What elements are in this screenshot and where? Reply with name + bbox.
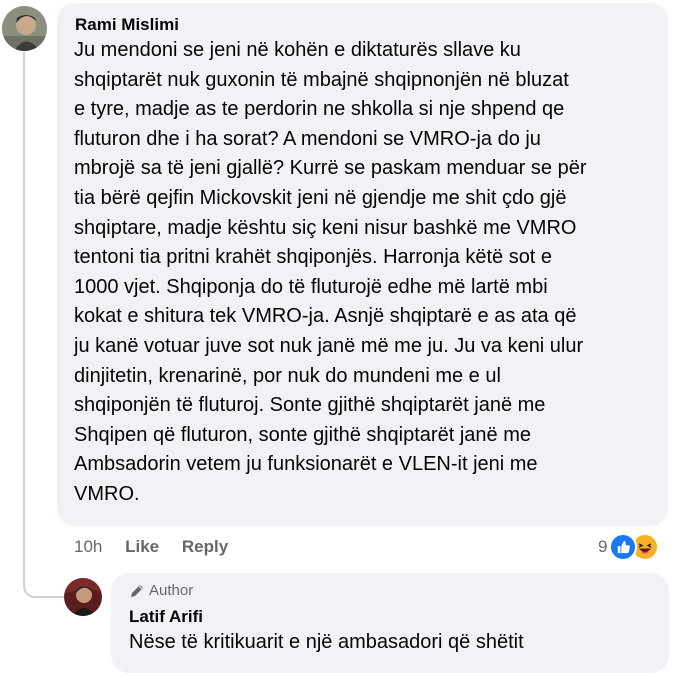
reply-thread-line (23, 52, 65, 598)
pen-icon (131, 584, 143, 597)
like-icon (609, 533, 638, 561)
reply-author-avatar[interactable] (64, 578, 102, 616)
comment-text-line: kokat e shitura tek VMRO-ja. Asnjë shqip… (74, 305, 577, 328)
author-badge: Author (129, 582, 193, 599)
comment-text-line: tia bërë qejfin Mickovskit jeni në gjend… (74, 186, 567, 209)
reply-button[interactable]: Reply (182, 537, 228, 557)
comment-text-line: VMRO. (74, 482, 140, 505)
comment-author-name[interactable]: Rami Mislimi (75, 15, 179, 35)
reply-text-line: Nëse të kritikuarit e një ambasadori që … (129, 631, 524, 653)
commenter-avatar[interactable] (2, 6, 47, 51)
comment-text-line: fluturon dhe i ha sorat? A mendoni se VM… (74, 127, 541, 150)
profile-photo-icon (2, 6, 47, 51)
comment-timestamp[interactable]: 10h (74, 537, 102, 557)
comment-text-line: 1000 vjet. Shqiponja do të fluturojë edh… (74, 275, 548, 298)
comment-text-line: mbrojë sa të jeni gjallë? Kurrë se paska… (74, 157, 587, 180)
author-badge-label: Author (149, 582, 194, 599)
like-button[interactable]: Like (125, 537, 159, 557)
comment-text-line: ju kanë votuar juve sot nuk janë më me j… (74, 334, 584, 357)
reply-author-name[interactable]: Latif Arifi (129, 607, 203, 627)
comment-actions: 10h Like Reply (74, 537, 228, 557)
profile-photo-icon (64, 578, 102, 616)
comment-text-line: Ju mendoni se jeni në kohën e diktaturës… (74, 39, 521, 61)
reply-body: Nëse të kritikuarit e një ambasadori që … (129, 628, 659, 658)
reaction-count: 9 (598, 537, 608, 556)
comment-text-line: Shqipen që fluturon, sonte gjithë shqipt… (74, 423, 531, 446)
reaction-summary[interactable]: 9 (598, 533, 660, 561)
comment-text-line: shqiponjën të fluturoj. Sonte gjithë shq… (74, 394, 546, 417)
comment-body: Ju mendoni se jeni në kohën e diktaturës… (74, 36, 664, 510)
comment-text-line: shqiptare, madje kështu siç keni nisur b… (74, 216, 577, 239)
comment-text-line: shqiptarët nuk guxonin të mbajnë shqipno… (74, 68, 569, 91)
comment-text-line: e tyre, madje as te perdorin ne shkolla … (74, 98, 565, 121)
comment-text-line: Ambsadorin vetem ju funksionarët e VLEN-… (74, 453, 538, 476)
comment-text-line: tentoni tia pritni krahët shqiponjës. Ha… (74, 246, 553, 269)
comment-text-line: dinjitetin, krenarinë, por nuk do munden… (74, 364, 501, 387)
